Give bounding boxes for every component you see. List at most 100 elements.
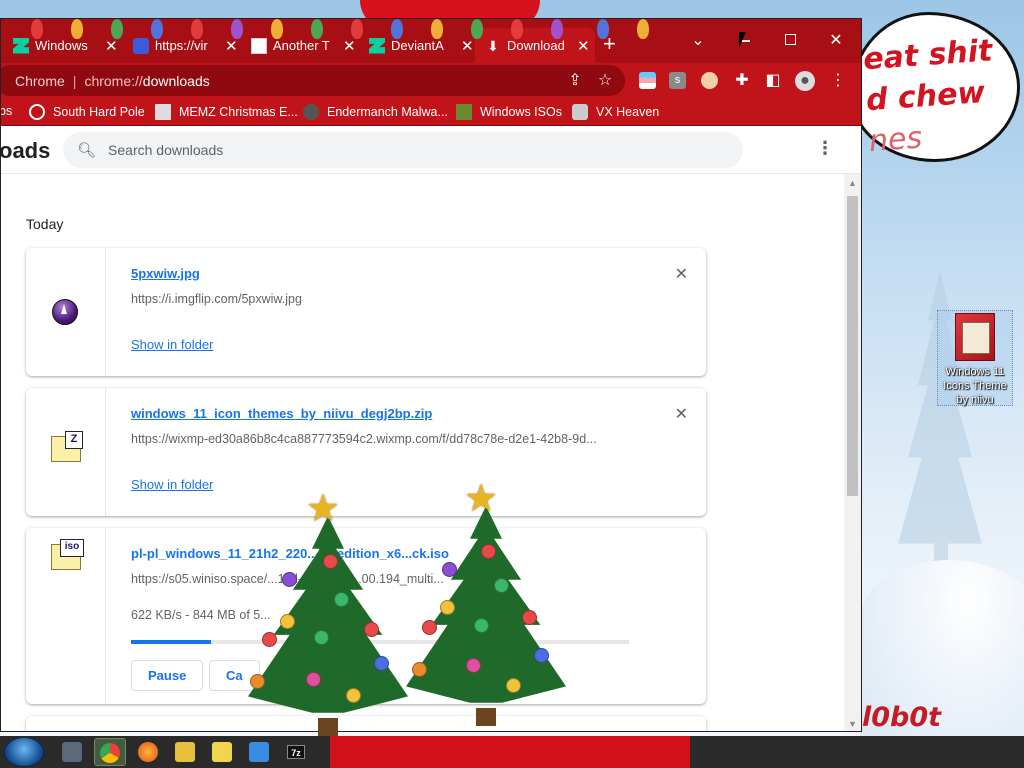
mouse-cursor-icon [739, 32, 746, 48]
bookmark-item[interactable]: bs [0, 104, 13, 118]
gmail-icon [251, 37, 267, 54]
address-bar[interactable]: Chrome | chrome://downloads [1, 65, 625, 96]
tab-title: Download [507, 38, 565, 53]
ornament [364, 622, 379, 637]
ornament [422, 620, 437, 635]
page-title: oads [0, 138, 51, 163]
ornament [474, 618, 489, 633]
pause-button[interactable]: Pause [131, 660, 204, 691]
ornament [374, 656, 389, 671]
tab-deviantart[interactable]: DeviantA ✕ [359, 28, 474, 63]
tab-gmail[interactable]: Another T ✕ [241, 28, 356, 63]
file-url[interactable]: https://i.imgflip.com/5pxwiw.jpg [131, 292, 302, 306]
more-options-icon[interactable]: ⋮ [815, 139, 835, 160]
search-box[interactable]: 🔍︎ [63, 132, 743, 168]
close-icon[interactable]: ✕ [225, 37, 238, 55]
tab-virustotal[interactable]: https://vir ✕ [123, 28, 238, 63]
chrome-menu-icon[interactable]: ⋮ [828, 71, 848, 91]
bookmark-label: bs [0, 104, 13, 118]
file-icon-cell [26, 248, 106, 376]
ornament [334, 592, 349, 607]
chrome-toolbar: Chrome | chrome://downloads ⇪ ☆ s ✚ ◧ ● … [1, 63, 861, 98]
tab-title: Another T [273, 38, 330, 53]
scrollbar[interactable]: ▲ ▼ [844, 174, 861, 731]
scrollbar-thumb[interactable] [847, 196, 858, 496]
deviantart-icon [13, 37, 29, 54]
star-icon: ★ [306, 488, 341, 530]
close-icon[interactable]: ✕ [343, 37, 356, 55]
7zip-icon[interactable]: 7z [287, 745, 305, 759]
book-icon [955, 313, 995, 361]
ornament [412, 662, 427, 677]
file-explorer-icon[interactable] [175, 742, 195, 762]
tab-strip: Windows ✕ https://vir ✕ Another T ✕ Devi… [1, 19, 861, 63]
progress-fill [131, 640, 211, 644]
ornament [466, 658, 481, 673]
scroll-down-icon[interactable]: ▼ [848, 719, 857, 729]
image-file-icon [52, 299, 78, 325]
ornament [534, 648, 549, 663]
file-url[interactable]: https://wixmp-ed30a86b8c4ca887773594c2.w… [131, 432, 597, 446]
share-icon[interactable]: ⇪ [565, 71, 585, 91]
virustotal-icon [133, 37, 149, 54]
show-in-folder-link[interactable]: Show in folder [131, 477, 213, 492]
desktop-icon-label: Windows 11 Icons Theme by niivu [943, 366, 1007, 406]
extension-avatar-icon[interactable] [701, 72, 718, 89]
remove-icon[interactable]: ✕ [675, 404, 688, 424]
close-icon[interactable]: ✕ [577, 37, 590, 55]
bookmark-item[interactable]: Endermanch Malwa... [303, 104, 448, 120]
ornament [522, 610, 537, 625]
file-icon-cell [26, 388, 106, 516]
extension-s-icon[interactable]: s [669, 72, 686, 89]
downloads-header: oads 🔍︎ ⋮ [1, 126, 861, 174]
ornament [306, 672, 321, 687]
app-icon[interactable] [249, 742, 269, 762]
download-icon: ⬇ [487, 37, 499, 54]
close-window-button[interactable]: ✕ [813, 27, 859, 57]
tab-search-chevron-icon[interactable]: ⌄ [675, 27, 721, 57]
bookmark-item[interactable]: VX Heaven [572, 104, 659, 120]
ornament [494, 578, 509, 593]
remove-icon[interactable]: ✕ [675, 264, 688, 284]
tab-title: Windows [35, 38, 88, 53]
task-view-icon[interactable] [62, 742, 82, 762]
tab-title: https://vir [155, 38, 208, 53]
tab-windows[interactable]: Windows ✕ [3, 28, 118, 63]
extension-flag-icon[interactable] [639, 72, 656, 89]
taskbar: 7z [0, 736, 1024, 768]
maximize-button[interactable] [767, 27, 813, 57]
chrome-icon [100, 743, 120, 763]
star-icon[interactable]: ☆ [595, 71, 615, 91]
bookmark-label: MEMZ Christmas E... [179, 105, 298, 119]
ornament [346, 688, 361, 703]
firefox-icon[interactable] [138, 742, 158, 762]
ornament [323, 554, 338, 569]
profile-avatar-icon[interactable]: ● [795, 71, 815, 91]
bookmark-label: South Hard Pole [53, 105, 145, 119]
close-icon[interactable]: ✕ [461, 37, 474, 55]
file-name-link[interactable]: 5pxwiw.jpg [131, 266, 200, 281]
desktop-icon-windows11-theme[interactable]: Windows 11 Icons Theme by niivu [937, 310, 1013, 406]
ornament [481, 544, 496, 559]
puzzle-extensions-icon[interactable]: ✚ [732, 71, 752, 91]
folder-icon[interactable] [212, 742, 232, 762]
badge-icon [29, 104, 45, 120]
scroll-up-icon[interactable]: ▲ [848, 178, 857, 188]
show-in-folder-link[interactable]: Show in folder [131, 337, 213, 352]
star-icon: ★ [464, 478, 499, 520]
side-panel-icon[interactable]: ◧ [763, 71, 783, 91]
close-icon[interactable]: ✕ [105, 37, 118, 55]
zip-file-icon [51, 431, 83, 462]
ornament [262, 632, 277, 647]
tab-downloads[interactable]: ⬇ Download ✕ [475, 28, 595, 63]
search-input[interactable] [108, 142, 669, 158]
bookmark-item[interactable]: MEMZ Christmas E... [155, 104, 298, 120]
file-name-link[interactable]: windows_11_icon_themes_by_niivu_degj2bp.… [131, 406, 432, 421]
christmas-tree-decoration: ★ [406, 480, 566, 726]
new-tab-button[interactable]: + [603, 33, 616, 55]
bookmark-item[interactable]: South Hard Pole [29, 104, 145, 120]
start-button[interactable] [4, 737, 44, 767]
light-bulb [637, 19, 649, 39]
iso-file-icon [51, 539, 84, 570]
bookmark-item[interactable]: Windows ISOs [456, 104, 562, 120]
